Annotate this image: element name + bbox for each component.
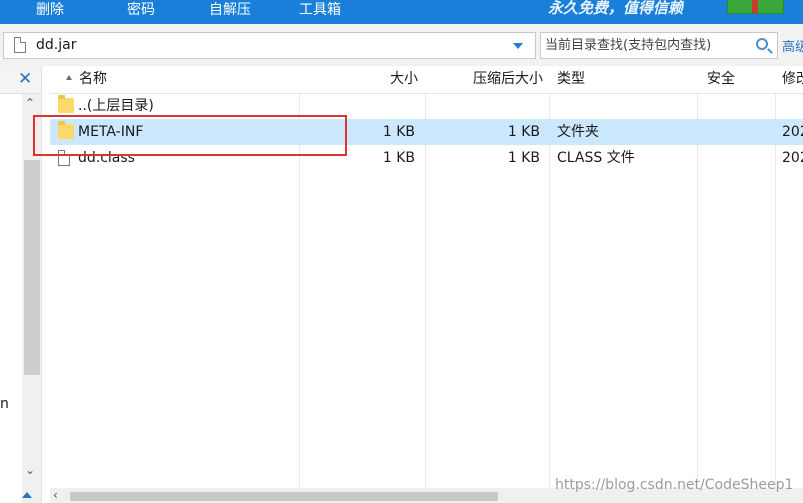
scroll-up-icon[interactable]: ⌃ [25,96,35,110]
column-header-name[interactable]: 名称 [66,66,296,93]
column-header-modified[interactable]: 修改 [782,66,803,93]
column-header-name-label: 名称 [79,71,107,87]
address-path: dd.jar [36,37,77,53]
scroll-down-icon[interactable]: ⌄ [25,463,35,477]
table-row[interactable]: ..(上层目录) [50,93,803,119]
folder-icon [58,95,74,113]
file-type: CLASS 文件 [557,150,635,166]
collapse-up-icon[interactable] [22,492,32,498]
address-row: dd.jar 高级 [0,24,803,66]
gift-icon[interactable] [727,0,784,14]
file-packed-size: 1 KB [507,124,540,140]
file-size: 1 KB [382,150,415,166]
horizontal-scrollbar[interactable]: ‹ [50,488,803,503]
scroll-left-icon[interactable]: ‹ [53,489,58,502]
file-packed-size: 1 KB [507,150,540,166]
search-box [540,32,778,59]
slogan-text: 永久免费，值得信赖 [548,0,684,17]
advanced-search-link[interactable]: 高级 [782,36,803,55]
chevron-down-icon[interactable] [513,43,523,49]
password-button[interactable]: 密码 [127,0,155,22]
file-name: dd.class [78,150,135,166]
tree-header: ✕ [0,66,41,94]
search-icon[interactable] [756,38,768,50]
delete-button[interactable]: 删除 [36,0,64,22]
self-extract-button[interactable]: 自解压 [209,0,251,22]
file-name: META-INF [78,124,144,140]
file-name: ..(上层目录) [78,98,154,114]
column-header-size[interactable]: 大小 [300,66,418,93]
scroll-thumb[interactable] [24,160,40,375]
column-header-safety[interactable]: 安全 [707,66,773,93]
close-icon[interactable]: ✕ [18,69,32,89]
toolbox-button[interactable]: 工具箱 [299,0,341,22]
file-type: 文件夹 [557,124,599,140]
column-header-type[interactable]: 类型 [557,66,695,93]
address-bar[interactable]: dd.jar [3,32,536,59]
file-list: 名称 大小 压缩后大小 类型 安全 修改 ..(上层目录) META-INF 1… [50,66,803,488]
tree-scrollbar[interactable]: ⌃ ⌄ [22,94,41,503]
search-input[interactable] [545,36,745,55]
column-header-row: 名称 大小 压缩后大小 类型 安全 修改 [50,66,803,94]
horizontal-scroll-thumb[interactable] [70,492,498,501]
file-size: 1 KB [382,124,415,140]
table-row[interactable]: dd.class 1 KB 1 KB CLASS 文件 202 [50,145,803,171]
file-icon [58,150,70,166]
column-header-packed-size[interactable]: 压缩后大小 [426,66,543,93]
tree-item-label[interactable]: n [0,396,9,412]
file-modified: 202 [782,150,803,166]
table-row[interactable]: META-INF 1 KB 1 KB 文件夹 202 [50,119,803,145]
file-icon [14,37,26,53]
folder-icon [58,121,74,139]
top-toolbar: 删除 密码 自解压 工具箱 永久免费，值得信赖 [0,0,803,24]
sort-ascending-icon [66,75,72,80]
file-modified: 202 [782,124,803,140]
folder-tree-pane: ✕ n ⌃ ⌄ [0,66,42,503]
